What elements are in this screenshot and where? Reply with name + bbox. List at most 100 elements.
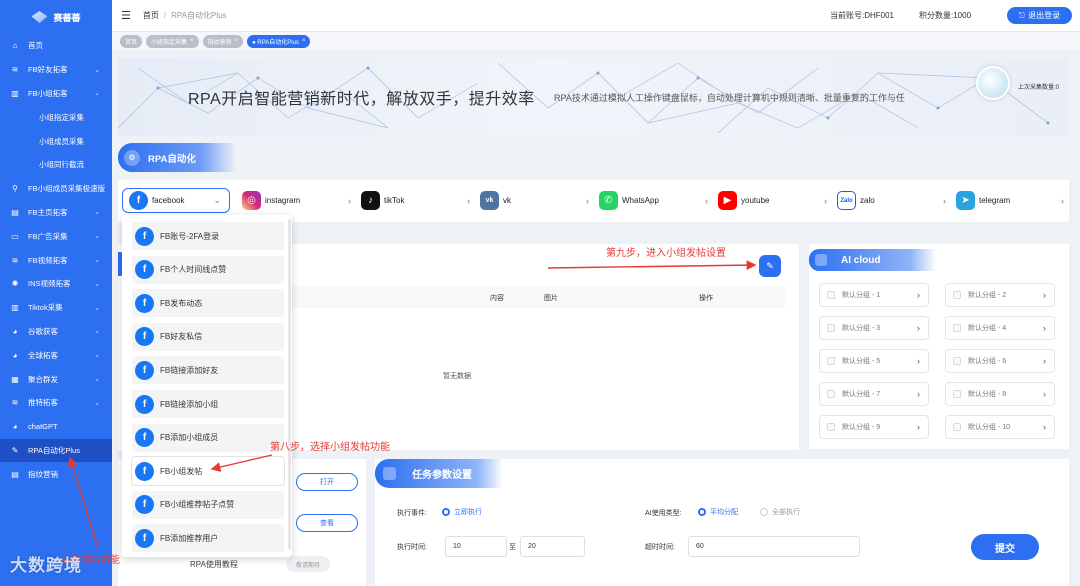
- rpa-section-title: RPA自动化: [148, 153, 196, 165]
- sidebar-item-14[interactable]: ▦ 聚合群发 ⌄: [0, 367, 112, 391]
- ai-group-item[interactable]: 默认分组 - 8 ›: [945, 382, 1055, 406]
- sidebar-item-15[interactable]: ≋ 推特拓客 ⌄: [0, 391, 112, 415]
- sidebar-item-18[interactable]: ▤ 指纹营销: [0, 462, 112, 486]
- sidebar-item-9[interactable]: ≋ FB视频拓客 ⌄: [0, 248, 112, 272]
- platform-instagram[interactable]: ◎ instagram ›: [242, 188, 351, 213]
- platform-whatsapp[interactable]: ✆ WhatsApp ›: [599, 188, 708, 213]
- menu-toggle-icon[interactable]: ☰: [121, 9, 131, 22]
- ai-group-item[interactable]: 默认分组 - 3 ›: [819, 316, 929, 340]
- ai-group-item[interactable]: 默认分组 - 1 ›: [819, 283, 929, 307]
- group-checkbox[interactable]: [953, 423, 961, 431]
- group-checkbox[interactable]: [953, 390, 961, 398]
- ai-avg-radio[interactable]: 平均分配: [698, 507, 738, 517]
- exec-time-end-input[interactable]: 20: [520, 536, 585, 557]
- sidebar-item-1[interactable]: ≋ FB好友拓客 ⌄: [0, 58, 112, 82]
- vk-icon: vk: [480, 191, 499, 210]
- ai-group-item[interactable]: 默认分组 - 5 ›: [819, 349, 929, 373]
- tab-3[interactable]: ● RPA自动化Plus ×: [247, 34, 311, 48]
- sidebar-item-12[interactable]: ◕ 谷歌获客 ⌄: [0, 320, 112, 344]
- sidebar-item-0[interactable]: ⌂ 首页: [0, 34, 112, 58]
- logout-button[interactable]: ⎋ 退出登录: [1007, 7, 1072, 24]
- platform-facebook[interactable]: f facebook ⌄: [122, 188, 230, 213]
- sidebar-item-17[interactable]: ✎ RPA自动化Plus: [0, 438, 112, 463]
- sidebar-item-label: 首页: [28, 41, 43, 51]
- exec-now-radio[interactable]: 立即执行: [442, 507, 482, 517]
- group-checkbox[interactable]: [953, 357, 961, 365]
- sidebar-item-4[interactable]: 小组成员采集: [0, 129, 112, 153]
- dropdown-scrollbar[interactable]: [288, 219, 291, 549]
- instagram-icon: ◎: [242, 191, 261, 210]
- dropdown-item[interactable]: f FB小组发帖: [132, 457, 284, 486]
- dropdown-item[interactable]: f FB链接添加小组: [132, 390, 284, 418]
- chevron-down-icon: ⌄: [94, 399, 100, 407]
- facebook-function-dropdown: f FB账号-2FA登录 f FB个人时间线点赞 f FB发布动态 f FB好友私信 f FB链接…: [122, 215, 292, 557]
- ai-group-item[interactable]: 默认分组 - 7 ›: [819, 382, 929, 406]
- whatsapp-icon: ✆: [599, 191, 618, 210]
- sidebar-item-label: Tiktok采集: [28, 303, 63, 313]
- doc-icon: ▤: [11, 469, 19, 479]
- dropdown-item-label: FB链接添加好友: [160, 365, 219, 375]
- sidebar-item-10[interactable]: ✺ INS视频拓客 ⌄: [0, 272, 112, 296]
- group-checkbox[interactable]: [827, 324, 835, 332]
- dropdown-item[interactable]: f FB好友私信: [132, 322, 284, 351]
- ai-group-item[interactable]: 默认分组 - 2 ›: [945, 283, 1055, 307]
- platform-zalo[interactable]: Zalo zalo ›: [837, 188, 946, 213]
- sun-icon: ✺: [11, 279, 19, 289]
- platform-vk[interactable]: vk vk ›: [480, 188, 589, 213]
- group-checkbox[interactable]: [827, 357, 835, 365]
- platform-telegram[interactable]: ➤ telegram ›: [956, 188, 1064, 213]
- tab-2[interactable]: 指纹营销 ×: [202, 34, 244, 48]
- rpa-tutorial-label[interactable]: RPA使用教程: [190, 559, 238, 570]
- ai-group-item[interactable]: 默认分组 - 4 ›: [945, 316, 1055, 340]
- group-checkbox[interactable]: [827, 390, 835, 398]
- ai-group-item[interactable]: 默认分组 - 10 ›: [945, 415, 1055, 439]
- group-checkbox[interactable]: [827, 423, 835, 431]
- tab-1[interactable]: 小组指定采集 ×: [146, 34, 199, 48]
- logo: 赛蕃蕃: [0, 0, 112, 34]
- rpa-section-header: ⚙ RPA自动化: [118, 143, 236, 172]
- sidebar-item-3[interactable]: 小组指定采集: [0, 105, 112, 129]
- sidebar-item-11[interactable]: ▥ Tiktok采集 ⌄: [0, 296, 112, 320]
- group-post-settings-button[interactable]: ✎: [759, 255, 781, 277]
- globe-icon: [976, 66, 1010, 100]
- chevron-down-icon: ⌄: [94, 280, 100, 288]
- dropdown-item[interactable]: f FB添加小组成员: [132, 423, 284, 452]
- group-checkbox[interactable]: [953, 324, 961, 332]
- breadcrumb-home[interactable]: 首页: [143, 11, 159, 20]
- ai-group-item[interactable]: 默认分组 - 9 ›: [819, 415, 929, 439]
- view-button[interactable]: 查看: [296, 514, 358, 532]
- dropdown-item[interactable]: f FB小组推荐帖子点赞: [132, 490, 284, 519]
- logo-text: 赛蕃蕃: [53, 12, 81, 23]
- close-icon[interactable]: ×: [235, 38, 239, 44]
- ai-group-item[interactable]: 默认分组 - 6 ›: [945, 349, 1055, 373]
- banner: RPA开启智能营销新时代，解放双手，提升效率 RPA技术通过模拟人工操作键盘鼠标…: [118, 58, 1069, 136]
- sidebar-item-16[interactable]: ◕ chatGPT: [0, 415, 112, 439]
- chevron-right-icon: ›: [1043, 323, 1046, 333]
- timeout-input[interactable]: 60: [688, 536, 860, 557]
- open-button[interactable]: 打开: [296, 473, 358, 491]
- dropdown-item[interactable]: f FB个人时间线点赞: [132, 255, 284, 284]
- dropdown-item[interactable]: f FB添加推荐用户: [132, 524, 284, 553]
- dropdown-item[interactable]: f FB发布动态: [132, 289, 284, 318]
- sidebar-item-2[interactable]: ▥ FB小组拓客 ⌄: [0, 82, 112, 106]
- submit-button[interactable]: 提交: [971, 534, 1039, 560]
- sidebar-item-5[interactable]: 小组同行截流: [0, 153, 112, 177]
- close-icon[interactable]: ×: [302, 38, 306, 44]
- group-checkbox[interactable]: [827, 291, 835, 299]
- platform-tiktok[interactable]: ♪ tikTok ›: [361, 188, 470, 213]
- sidebar-item-7[interactable]: ▤ FB主页拓客 ⌄: [0, 201, 112, 225]
- dropdown-item[interactable]: f FB账号-2FA登录: [132, 222, 284, 250]
- sidebar-item-13[interactable]: ◕ 全球拓客 ⌄: [0, 343, 112, 367]
- dropdown-item[interactable]: f FB链接添加好友: [132, 356, 284, 385]
- group-checkbox[interactable]: [953, 291, 961, 299]
- sidebar-item-8[interactable]: ▭ FB广告采集 ⌄: [0, 224, 112, 248]
- breadcrumb-current: RPA自动化Plus: [171, 11, 227, 20]
- edit-icon: ✎: [11, 445, 19, 455]
- tab-0[interactable]: 首页: [120, 34, 143, 48]
- sidebar-item-6[interactable]: ⚲ FB小组成员采集极速版: [0, 177, 112, 201]
- platform-youtube[interactable]: ▶ youtube ›: [718, 188, 827, 213]
- chevron-down-icon: ⌄: [94, 352, 100, 360]
- exec-time-start-input[interactable]: 10: [445, 536, 507, 557]
- ai-all-radio[interactable]: 全部执行: [760, 507, 800, 517]
- close-icon[interactable]: ×: [190, 38, 194, 44]
